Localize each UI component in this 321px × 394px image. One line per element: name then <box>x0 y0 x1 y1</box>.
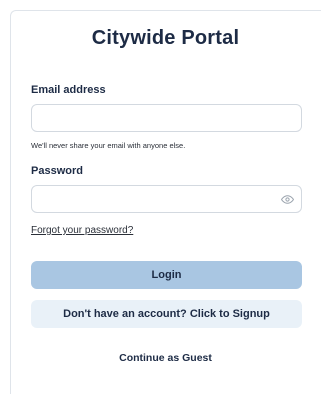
eye-icon[interactable] <box>281 193 294 206</box>
forgot-password-link[interactable]: Forgot your password? <box>31 225 133 236</box>
password-field[interactable] <box>31 185 302 213</box>
page-title: Citywide Portal <box>91 27 240 49</box>
password-label: Password <box>31 165 83 177</box>
continue-as-guest-link[interactable]: Continue as Guest <box>10 352 321 364</box>
login-button[interactable]: Login <box>31 261 302 289</box>
email-help-text: We'll never share your email with anyone… <box>31 141 186 150</box>
email-field[interactable] <box>31 104 302 132</box>
signup-button[interactable]: Don't have an account? Click to Signup <box>31 300 302 328</box>
email-label: Email address <box>31 84 106 96</box>
